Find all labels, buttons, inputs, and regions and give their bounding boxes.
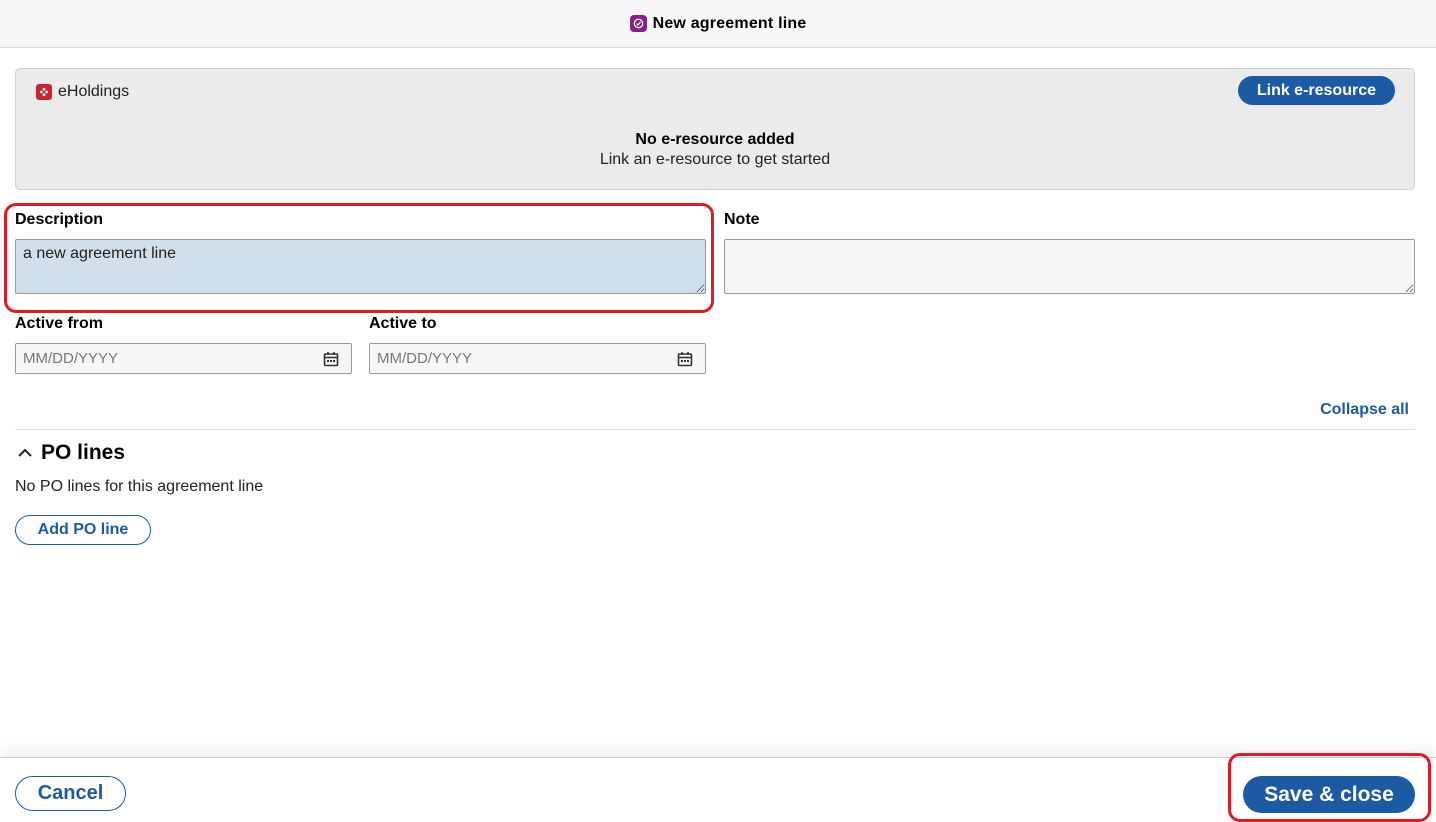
save-and-close-button[interactable]: Save & close bbox=[1243, 776, 1415, 813]
eholdings-panel: eHoldings Link e-resource No e-resource … bbox=[15, 68, 1415, 190]
no-e-resource-title: No e-resource added bbox=[635, 131, 795, 148]
pane-title: New agreement line bbox=[629, 14, 807, 33]
note-textarea[interactable] bbox=[724, 239, 1415, 294]
po-lines-empty-message: No PO lines for this agreement line bbox=[15, 478, 264, 495]
active-from-input[interactable] bbox=[16, 344, 351, 373]
collapse-all-link[interactable]: Collapse all bbox=[1320, 401, 1409, 419]
chevron-up-icon bbox=[18, 448, 32, 457]
active-to-label: Active to bbox=[369, 315, 437, 332]
no-e-resource-subtitle: Link an e-resource to get started bbox=[599, 151, 831, 168]
eholdings-icon bbox=[36, 84, 52, 100]
pane-header: New agreement line bbox=[0, 0, 1436, 48]
po-lines-title: PO lines bbox=[41, 441, 126, 464]
eholdings-label-text: eHoldings bbox=[58, 83, 130, 100]
calendar-icon[interactable] bbox=[323, 351, 339, 367]
active-from-field bbox=[15, 343, 352, 374]
add-po-line-button[interactable]: Add PO line bbox=[15, 515, 151, 545]
cancel-button[interactable]: Cancel bbox=[15, 776, 126, 811]
active-from-label: Active from bbox=[15, 315, 104, 332]
active-to-field bbox=[369, 343, 706, 374]
pane-footer: Cancel Save & close bbox=[0, 757, 1436, 822]
agreements-app-icon bbox=[629, 15, 647, 32]
link-e-resource-button[interactable]: Link e-resource bbox=[1237, 76, 1395, 105]
calendar-icon[interactable] bbox=[677, 351, 693, 367]
active-to-input[interactable] bbox=[370, 344, 705, 373]
eholdings-label: eHoldings bbox=[36, 83, 129, 101]
note-label: Note bbox=[724, 211, 760, 228]
description-label: Description bbox=[15, 211, 104, 228]
section-divider bbox=[15, 429, 1415, 430]
po-lines-section-header[interactable]: PO lines bbox=[15, 441, 125, 465]
description-textarea[interactable]: a new agreement line bbox=[15, 239, 706, 294]
pane-title-text: New agreement line bbox=[652, 14, 807, 32]
